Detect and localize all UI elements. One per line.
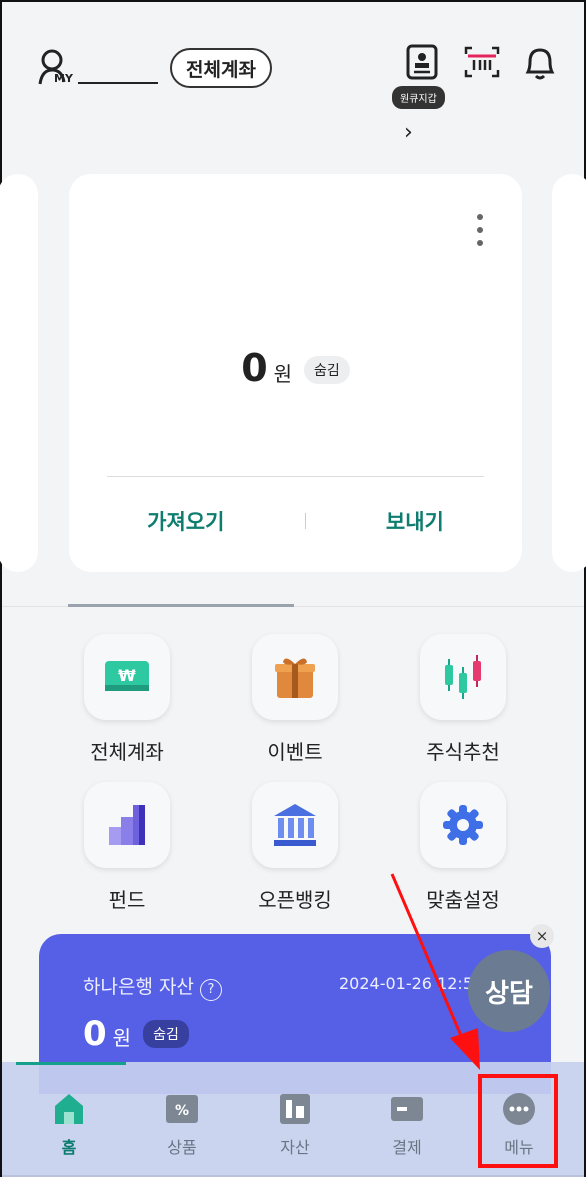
more-vertical-icon[interactable] <box>476 214 484 246</box>
nav-label: 홈 <box>61 1138 77 1157</box>
top-header: MY 전체계좌 원큐지갑 › <box>2 2 584 172</box>
menu-label: 전체계좌 <box>90 740 164 764</box>
menu-label: 맞춤설정 <box>426 888 500 912</box>
menu-label: 주식추천 <box>426 740 500 764</box>
candlestick-icon <box>420 634 506 720</box>
prev-card[interactable] <box>0 174 38 572</box>
help-icon[interactable]: ? <box>199 978 222 1001</box>
won-card-icon: ₩ <box>84 634 170 720</box>
menu-tile-event[interactable]: 이벤트 <box>210 634 380 765</box>
menu-tile-settings[interactable]: 맞춤설정 <box>378 782 548 913</box>
asset-icon <box>277 1092 313 1126</box>
hide-asset-button[interactable]: 숨김 <box>143 1020 189 1048</box>
username-underline <box>78 82 158 84</box>
nav-payment[interactable]: 결제 <box>362 1092 452 1158</box>
all-accounts-button[interactable]: 전체계좌 <box>170 48 272 88</box>
menu-label: 이벤트 <box>267 740 323 764</box>
scan-icon[interactable] <box>464 44 500 80</box>
account-balance: 0 원 숨김 <box>69 346 522 390</box>
percent-ticket-icon: % <box>164 1092 200 1126</box>
highlight-box <box>478 1074 558 1168</box>
menu-tile-stock[interactable]: 주식추천 <box>378 634 548 765</box>
nav-label: 결제 <box>392 1138 422 1157</box>
nav-products[interactable]: % 상품 <box>137 1092 227 1158</box>
action-divider <box>304 513 306 529</box>
wallet-icon[interactable] <box>404 44 440 82</box>
asset-balance: 0 원 숨김 <box>83 1014 189 1054</box>
menu-tile-all-accounts[interactable]: ₩ 전체계좌 <box>42 634 212 765</box>
svg-text:%: % <box>175 1103 189 1119</box>
gift-icon <box>252 634 338 720</box>
menu-tile-fund[interactable]: 펀드 <box>42 782 212 913</box>
bank-icon <box>252 782 338 868</box>
home-icon <box>51 1092 87 1126</box>
card-actions: 가져오기 보내기 <box>107 506 484 536</box>
send-button[interactable]: 보내기 <box>386 506 444 536</box>
card-divider <box>107 476 484 477</box>
bell-icon[interactable] <box>522 44 558 82</box>
nav-assets[interactable]: 자산 <box>250 1092 340 1158</box>
balance-value: 0 <box>241 346 268 390</box>
nav-home[interactable]: 홈 <box>24 1092 114 1158</box>
hide-balance-button[interactable]: 숨김 <box>304 356 350 384</box>
menu-label: 오픈뱅킹 <box>258 888 332 912</box>
my-label: MY <box>54 72 73 85</box>
asset-value: 0 <box>83 1014 107 1054</box>
asset-title: 하나은행 자산 <box>83 976 194 998</box>
consult-button[interactable]: 상담 <box>468 950 550 1032</box>
nav-label: 상품 <box>167 1138 197 1157</box>
import-button[interactable]: 가져오기 <box>147 506 224 536</box>
menu-tile-openbanking[interactable]: 오픈뱅킹 <box>210 782 380 913</box>
nav-active-indicator <box>16 1062 126 1065</box>
asset-title-row: 하나은행 자산? <box>83 972 222 1001</box>
wallet-tooltip: 원큐지갑 <box>392 86 445 109</box>
account-card: 0 원 숨김 가져오기 보내기 <box>69 174 522 572</box>
balance-unit: 원 <box>273 362 293 386</box>
bar-chart-icon <box>84 782 170 868</box>
gear-icon <box>420 782 506 868</box>
menu-label: 펀드 <box>108 888 146 912</box>
next-card[interactable] <box>552 174 586 572</box>
chevron-right-icon[interactable]: › <box>404 120 413 145</box>
asset-unit: 원 <box>112 1026 132 1050</box>
card-icon <box>389 1092 425 1126</box>
svg-text:₩: ₩ <box>118 666 136 685</box>
nav-label: 자산 <box>280 1138 310 1157</box>
carousel-indicator <box>68 604 294 607</box>
close-icon[interactable]: × <box>530 924 554 948</box>
